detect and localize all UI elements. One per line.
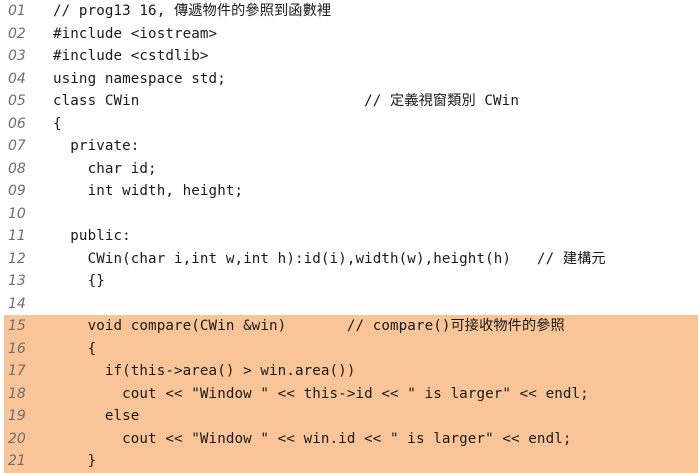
code-line: 11 public: — [0, 225, 700, 248]
line-number: 03 — [8, 48, 26, 64]
line-code: char id; — [53, 160, 157, 177]
code-line: 03 #include <cstdlib> — [0, 45, 700, 68]
line-number: 10 — [8, 205, 26, 222]
line-code: class CWin // 定義視窗類別 CWin — [53, 93, 519, 109]
code-line: 10 — [0, 203, 700, 226]
code-line: 12 CWin(char i,int w,int h):id(i),width(… — [0, 248, 700, 271]
line-code: {} — [53, 273, 105, 289]
line-code: private: — [53, 138, 140, 154]
line-code: int width, height; — [53, 183, 244, 199]
line-code: #include <iostream> — [53, 25, 218, 42]
line-number: 02 — [8, 25, 26, 42]
code-line: 13 {} — [0, 270, 700, 293]
highlighted-code-line: 20 cout << "Window " << win.id << " is l… — [4, 427, 698, 450]
code-line: 09 int width, height; — [0, 180, 700, 203]
highlighted-code-line: 17 if(this->area() > win.area()) — [4, 360, 698, 383]
line-code: else — [53, 408, 140, 424]
line-number: 14 — [8, 295, 26, 312]
line-code: CWin(char i,int w,int h):id(i),width(w),… — [53, 250, 606, 267]
line-number: 15 — [8, 318, 26, 334]
code-line: 14 — [0, 293, 700, 316]
line-code: cout << "Window " << win.id << " is larg… — [53, 430, 572, 447]
code-line: 01 // prog13 16, 傳遞物件的參照到函數裡 — [0, 0, 700, 23]
line-number: 19 — [8, 408, 26, 424]
code-listing: 01 // prog13 16, 傳遞物件的參照到函數裡 02 #include <… — [0, 0, 700, 473]
highlighted-code-line: 16 { — [4, 337, 698, 360]
highlighted-code-line: 18 cout << "Window " << this->id << " is… — [4, 382, 698, 405]
highlighted-code-line: 19 else — [4, 405, 698, 428]
code-line: 04 using namespace std; — [0, 68, 700, 91]
line-code: #include <cstdlib> — [53, 48, 209, 64]
line-number: 11 — [8, 228, 26, 244]
line-number: 05 — [8, 93, 26, 109]
line-number: 08 — [8, 160, 26, 177]
line-code: { — [53, 340, 97, 357]
line-code: // prog13 16, 傳遞物件的參照到函數裡 — [53, 3, 332, 19]
code-line: 02 #include <iostream> — [0, 23, 700, 46]
line-code: void compare(CWin &win) // compare()可接收物… — [53, 318, 565, 334]
code-line: 06 { — [0, 113, 700, 136]
line-code: if(this->area() > win.area()) — [53, 363, 356, 379]
line-number: 17 — [8, 363, 26, 379]
line-number: 09 — [8, 183, 26, 199]
code-line: 05 class CWin // 定義視窗類別 CWin — [0, 90, 700, 113]
line-number: 04 — [8, 70, 26, 87]
line-code: using namespace std; — [53, 70, 226, 87]
highlighted-code-line: 21 } — [4, 450, 698, 473]
code-line: 07 private: — [0, 135, 700, 158]
line-number: 20 — [8, 430, 26, 447]
line-number: 18 — [8, 385, 26, 402]
line-number: 07 — [8, 138, 26, 154]
highlighted-code-line: 15 void compare(CWin &win) // compare()可… — [4, 315, 698, 338]
code-line: 08 char id; — [0, 158, 700, 181]
line-number: 13 — [8, 273, 26, 289]
line-number: 06 — [8, 115, 26, 132]
line-number: 16 — [8, 340, 26, 357]
line-code: cout << "Window " << this->id << " is la… — [53, 385, 589, 402]
line-code: public: — [53, 228, 131, 244]
line-code: } — [53, 453, 97, 469]
line-number: 01 — [8, 3, 26, 19]
line-code: { — [53, 115, 62, 132]
line-number: 12 — [8, 250, 26, 267]
line-number: 21 — [8, 453, 26, 469]
